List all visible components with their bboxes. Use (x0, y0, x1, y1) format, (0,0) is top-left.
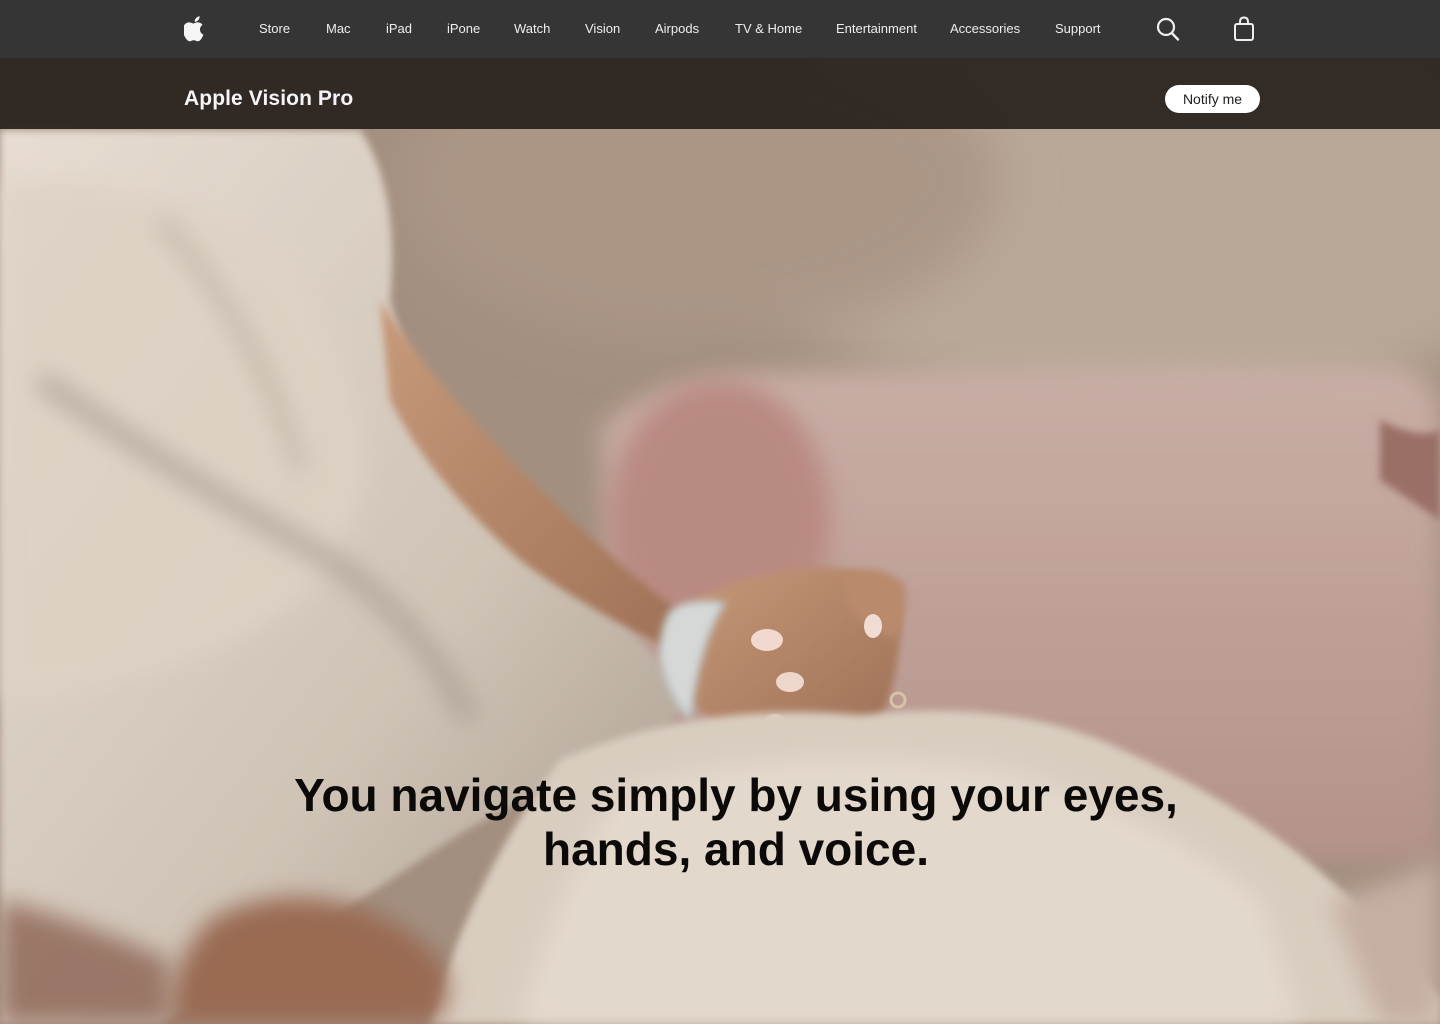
shopping-bag-icon[interactable] (1232, 15, 1258, 43)
nav-item-tv-home[interactable]: TV & Home (735, 20, 802, 37)
nav-item-ipad[interactable]: iPad (386, 20, 412, 37)
nav-item-store[interactable]: Store (259, 20, 290, 37)
global-nav-inner: Store Mac iPad iPone Watch Vision Airpod… (0, 0, 1440, 58)
product-title[interactable]: Apple Vision Pro (184, 86, 353, 112)
nav-item-vision[interactable]: Vision (585, 20, 620, 37)
nav-item-entertainment[interactable]: Entertainment (836, 20, 917, 37)
nav-item-watch[interactable]: Watch (514, 20, 550, 37)
nav-item-mac[interactable]: Mac (326, 20, 351, 37)
hero-headline-line-2: hands, and voice. (543, 823, 929, 875)
search-icon[interactable] (1155, 15, 1181, 43)
nav-item-iphone[interactable]: iPone (447, 20, 480, 37)
global-nav: Store Mac iPad iPone Watch Vision Airpod… (0, 0, 1440, 58)
hero-headline: You navigate simply by using your eyes, … (200, 768, 1272, 876)
nav-item-support[interactable]: Support (1055, 20, 1101, 37)
hero-headline-line-1: You navigate simply by using your eyes, (294, 769, 1178, 821)
nav-item-accessories[interactable]: Accessories (950, 20, 1020, 37)
nav-item-airpods[interactable]: Airpods (655, 20, 699, 37)
notify-me-button[interactable]: Notify me (1165, 85, 1260, 113)
apple-logo-icon[interactable] (182, 16, 206, 42)
